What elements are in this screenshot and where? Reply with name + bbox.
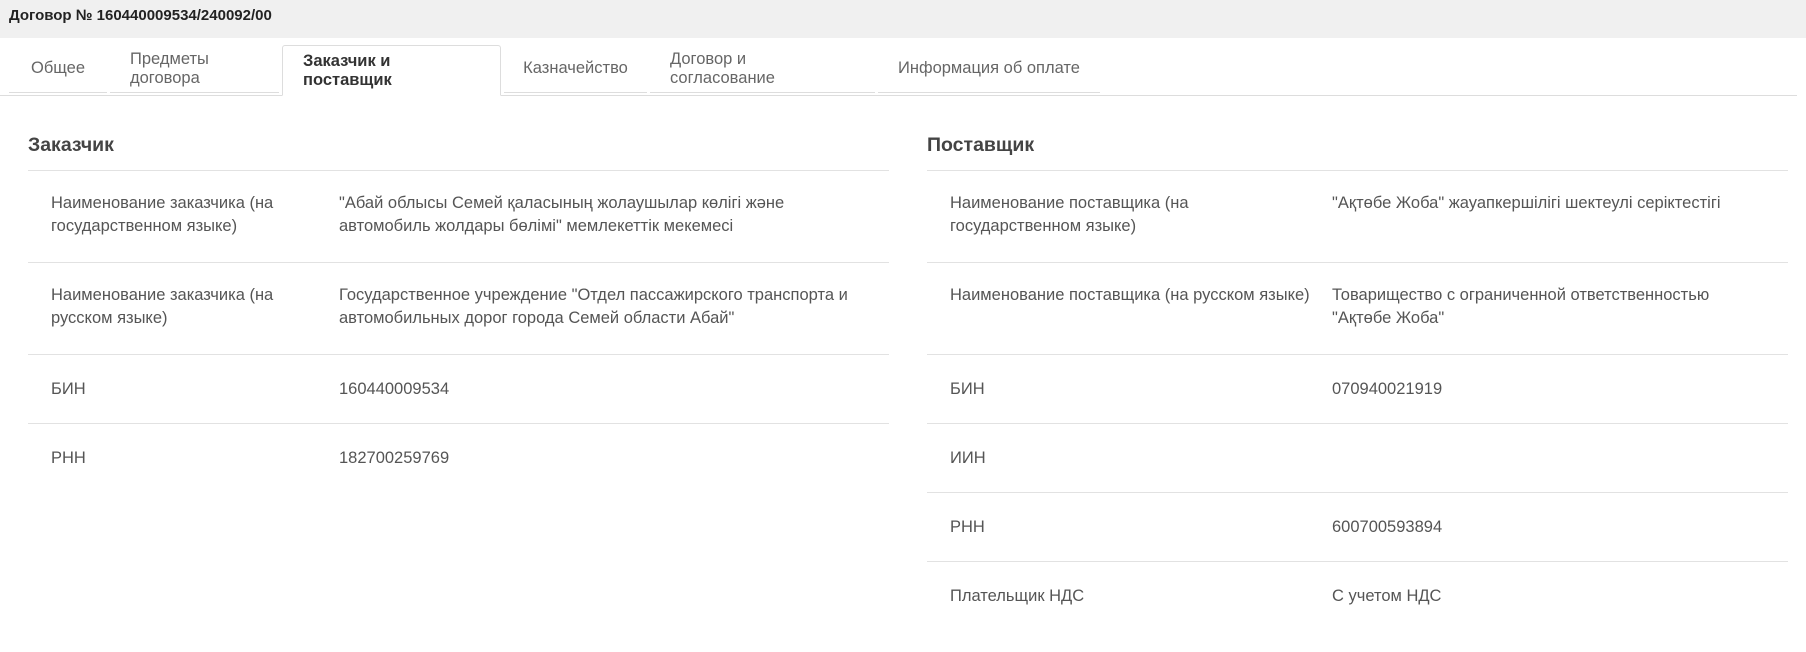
row-label: Наименование заказчика (на русском языке… [51,286,274,327]
row-label: Наименование поставщика (на русском язык… [950,286,1310,304]
row-value: 600700593894 [1332,517,1443,536]
row-value: 070940021919 [1332,379,1443,398]
customer-row-name-state: Наименование заказчика (на государственн… [28,171,889,263]
supplier-row-iin: ИИН [927,424,1788,493]
supplier-row-vat-payer: Плательщик НДС С учетом НДС [927,562,1788,631]
title-bar: Договор № 160440009534/240092/00 [0,0,1806,38]
supplier-panel-title: Поставщик [927,134,1788,171]
supplier-row-bin: БИН 070940021919 [927,355,1788,424]
row-value: Государственное учреждение "Отдел пассаж… [339,286,848,327]
row-value: "Абай облысы Семей қаласының жолаушылар … [339,194,785,235]
tab-general[interactable]: Общее [9,45,107,93]
row-value: "Ақтөбе Жоба" жауапкершілігі шектеулі се… [1332,194,1721,212]
supplier-row-name-state: Наименование поставщика (на государствен… [927,171,1788,263]
row-label: БИН [51,379,86,398]
row-label: Наименование поставщика (на государствен… [950,194,1189,235]
tab-bar: Общее Предметы договора Заказчик и поста… [0,45,1797,96]
supplier-row-rnn: РНН 600700593894 [927,493,1788,562]
customer-row-rnn: РНН 182700259769 [28,424,889,493]
row-label: Наименование заказчика (на государственн… [51,194,274,235]
supplier-panel: Поставщик Наименование поставщика (на го… [927,134,1788,631]
page-title: Договор № 160440009534/240092/00 [9,6,272,24]
row-value: С учетом НДС [1332,587,1442,605]
customer-panel: Заказчик Наименование заказчика (на госу… [28,134,889,631]
tab-contract-items[interactable]: Предметы договора [110,45,279,93]
tab-treasury[interactable]: Казначейство [504,45,647,93]
contract-page: Договор № 160440009534/240092/00 Общее П… [0,0,1806,652]
row-value: Товарищество с ограниченной ответственно… [1332,286,1710,327]
row-value: 182700259769 [339,449,450,467]
customer-row-bin: БИН 160440009534 [28,355,889,424]
row-label: РНН [51,449,86,467]
supplier-row-name-russian: Наименование поставщика (на русском язык… [927,263,1788,355]
row-label: ИИН [950,448,986,467]
customer-panel-title: Заказчик [28,134,889,171]
content-area: Заказчик Наименование заказчика (на госу… [0,134,1806,631]
row-value: 160440009534 [339,379,450,398]
tab-payment-info[interactable]: Информация об оплате [878,45,1100,93]
tab-customer-supplier[interactable]: Заказчик и поставщик [282,45,501,96]
row-label: Плательщик НДС [950,587,1085,605]
tab-contract-approval[interactable]: Договор и согласование [650,45,875,93]
customer-row-name-russian: Наименование заказчика (на русском языке… [28,263,889,355]
row-label: РНН [950,517,985,536]
row-label: БИН [950,379,985,398]
